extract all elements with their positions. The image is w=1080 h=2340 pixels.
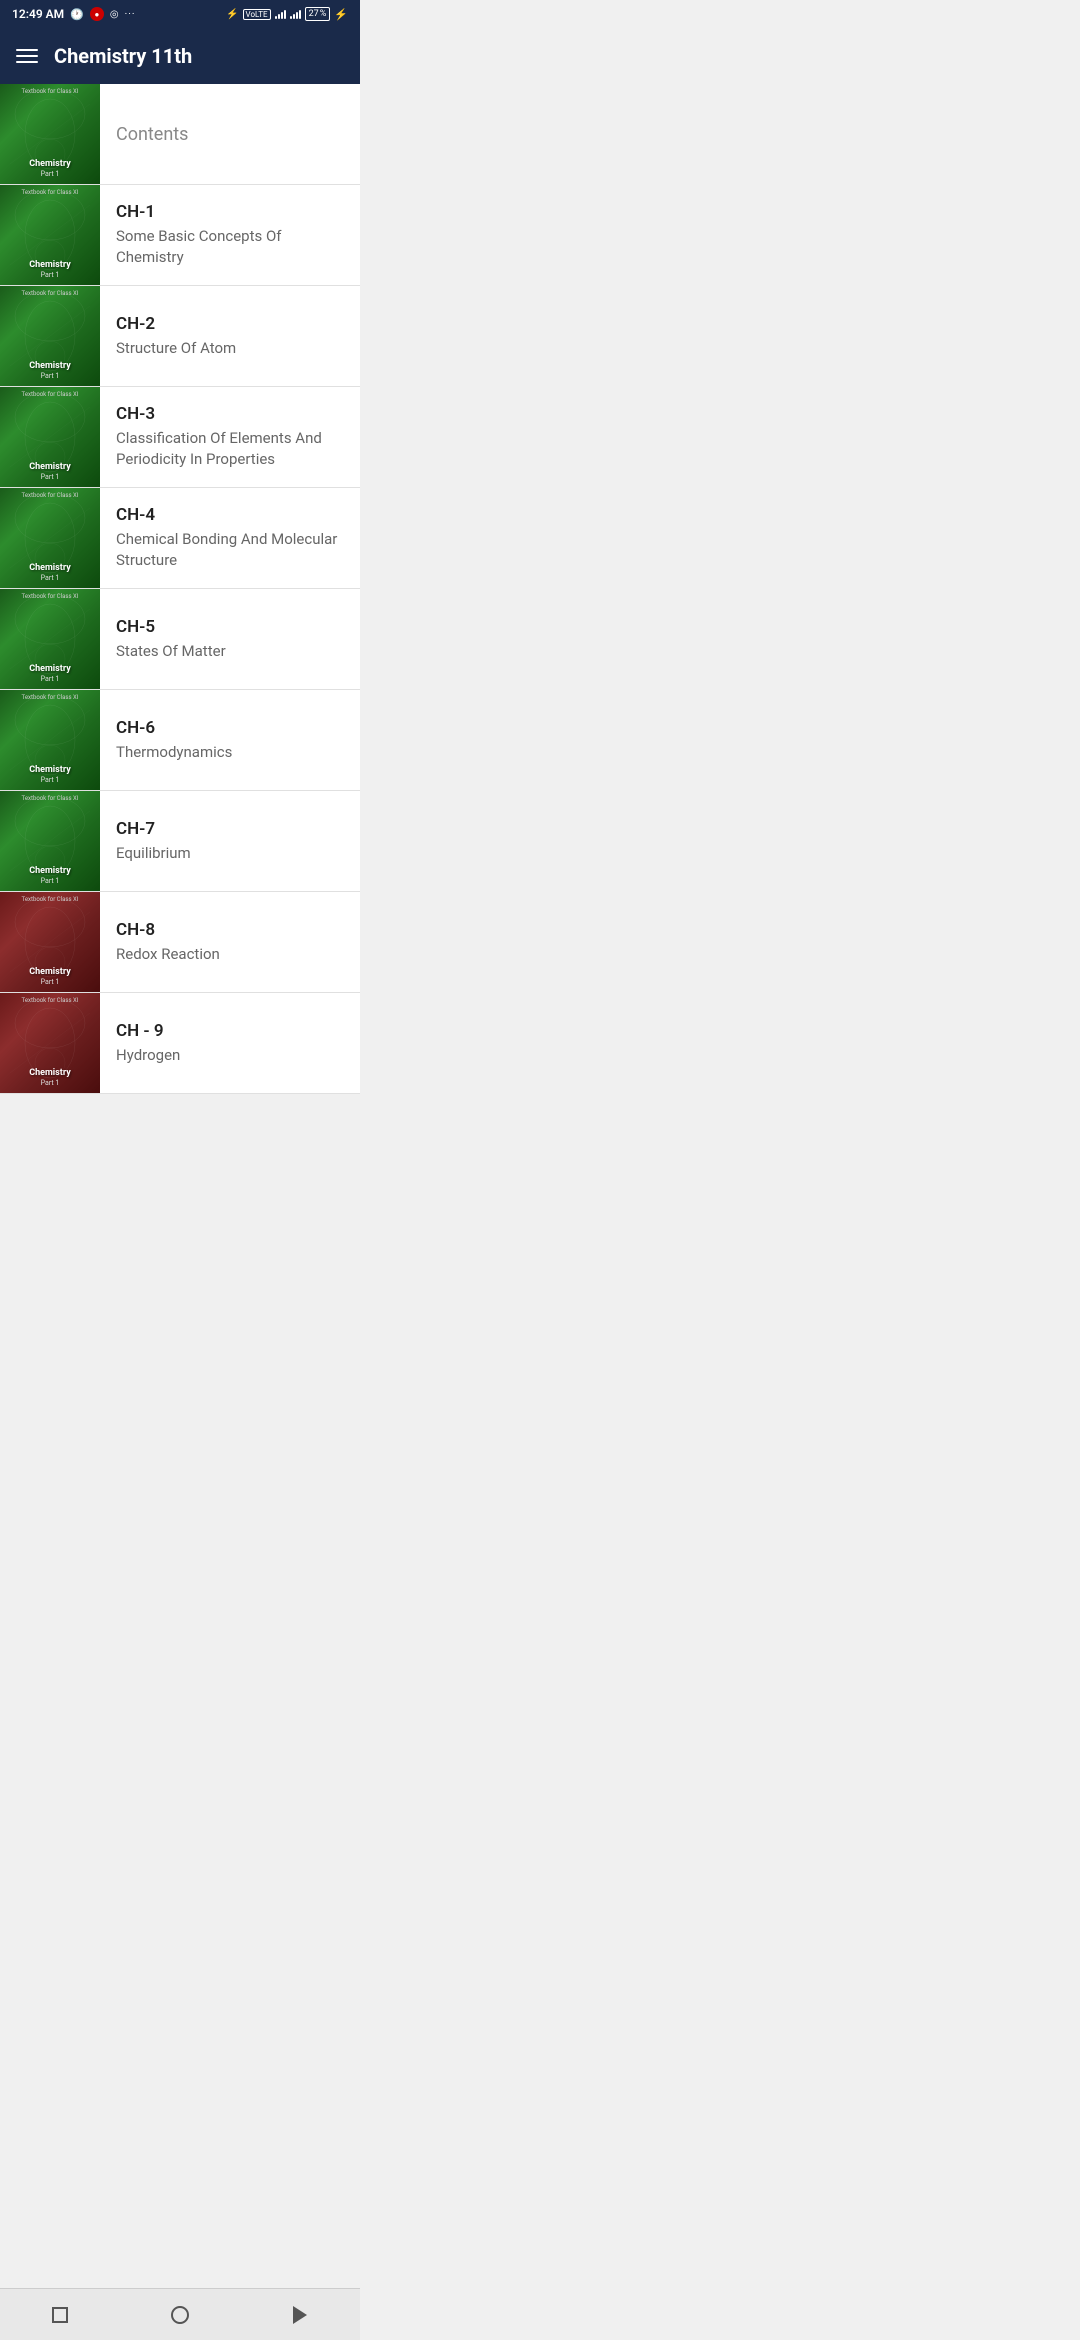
item-chapter: CH-5 <box>116 617 344 637</box>
signal-bars-1 <box>275 9 286 19</box>
item-contents-label: Contents <box>100 112 360 157</box>
battery-icon: 27% <box>305 7 331 21</box>
item-title: Structure Of Atom <box>116 338 344 359</box>
item-title: Some Basic Concepts Of Chemistry <box>116 226 344 268</box>
list-item[interactable]: Textbook for Class XI Chemistry Part 1 C… <box>0 84 360 185</box>
book-cover: Textbook for Class XI Chemistry Part 1 <box>0 993 100 1093</box>
item-title: Classification Of Elements And Periodici… <box>116 428 344 470</box>
book-cover: Textbook for Class XI Chemistry Part 1 <box>0 387 100 487</box>
status-bar: 12:49 AM 🕐 ● ◎ ··· ⚡ VoLTE 27% ⚡ <box>0 0 360 28</box>
list-item[interactable]: Textbook for Class XI Chemistry Part 1 C… <box>0 993 360 1094</box>
item-text: CH-8 Redox Reaction <box>100 908 360 977</box>
record-icon: ● <box>90 7 104 21</box>
charging-icon: ⚡ <box>334 8 348 21</box>
item-text: CH-1 Some Basic Concepts Of Chemistry <box>100 190 360 280</box>
list-item[interactable]: Textbook for Class XI Chemistry Part 1 C… <box>0 387 360 488</box>
item-chapter: CH-3 <box>116 404 344 424</box>
item-chapter: CH-1 <box>116 202 344 222</box>
signal-bars-2 <box>290 9 301 19</box>
item-text: CH-4 Chemical Bonding And Molecular Stru… <box>100 493 360 583</box>
item-text: CH-3 Classification Of Elements And Peri… <box>100 392 360 482</box>
hamburger-menu-button[interactable] <box>16 49 38 63</box>
vpn-icon: ◎ <box>110 9 119 20</box>
app-bar: Chemistry 11th <box>0 28 360 84</box>
home-button[interactable] <box>160 2295 200 2335</box>
alarm-icon: 🕐 <box>70 8 84 21</box>
app-title: Chemistry 11th <box>54 44 192 68</box>
status-right: ⚡ VoLTE 27% ⚡ <box>226 7 348 21</box>
item-text: CH - 9 Hydrogen <box>100 1009 360 1078</box>
book-cover: Textbook for Class XI Chemistry Part 1 <box>0 84 100 184</box>
list-item[interactable]: Textbook for Class XI Chemistry Part 1 C… <box>0 690 360 791</box>
more-icon: ··· <box>125 9 136 20</box>
back-button[interactable] <box>280 2295 320 2335</box>
list-item[interactable]: Textbook for Class XI Chemistry Part 1 C… <box>0 185 360 286</box>
item-title: Redox Reaction <box>116 944 344 965</box>
item-chapter: CH - 9 <box>116 1021 344 1041</box>
item-title: Chemical Bonding And Molecular Structure <box>116 529 344 571</box>
list-item[interactable]: Textbook for Class XI Chemistry Part 1 C… <box>0 589 360 690</box>
item-chapter: CH-7 <box>116 819 344 839</box>
chapter-list: Textbook for Class XI Chemistry Part 1 C… <box>0 84 360 1146</box>
item-title: Equilibrium <box>116 843 344 864</box>
list-item[interactable]: Textbook for Class XI Chemistry Part 1 C… <box>0 488 360 589</box>
book-cover: Textbook for Class XI Chemistry Part 1 <box>0 488 100 588</box>
item-chapter: CH-4 <box>116 505 344 525</box>
item-text: CH-7 Equilibrium <box>100 807 360 876</box>
item-text: CH-5 States Of Matter <box>100 605 360 674</box>
book-cover: Textbook for Class XI Chemistry Part 1 <box>0 791 100 891</box>
item-title: States Of Matter <box>116 641 344 662</box>
item-text: CH-2 Structure Of Atom <box>100 302 360 371</box>
book-cover: Textbook for Class XI Chemistry Part 1 <box>0 690 100 790</box>
list-item[interactable]: Textbook for Class XI Chemistry Part 1 C… <box>0 286 360 387</box>
item-title: Hydrogen <box>116 1045 344 1066</box>
book-cover: Textbook for Class XI Chemistry Part 1 <box>0 185 100 285</box>
item-chapter: CH-8 <box>116 920 344 940</box>
bluetooth-icon: ⚡ <box>226 9 238 20</box>
status-time: 12:49 AM <box>12 7 64 21</box>
list-item[interactable]: Textbook for Class XI Chemistry Part 1 C… <box>0 791 360 892</box>
status-left: 12:49 AM 🕐 ● ◎ ··· <box>12 7 135 21</box>
item-text: CH-6 Thermodynamics <box>100 706 360 775</box>
item-chapter: CH-2 <box>116 314 344 334</box>
book-cover: Textbook for Class XI Chemistry Part 1 <box>0 589 100 689</box>
navigation-bar <box>0 2288 360 2340</box>
recent-apps-button[interactable] <box>40 2295 80 2335</box>
volte-icon: VoLTE <box>243 9 271 20</box>
book-cover: Textbook for Class XI Chemistry Part 1 <box>0 892 100 992</box>
book-cover: Textbook for Class XI Chemistry Part 1 <box>0 286 100 386</box>
list-item[interactable]: Textbook for Class XI Chemistry Part 1 C… <box>0 892 360 993</box>
item-title: Thermodynamics <box>116 742 344 763</box>
item-chapter: CH-6 <box>116 718 344 738</box>
